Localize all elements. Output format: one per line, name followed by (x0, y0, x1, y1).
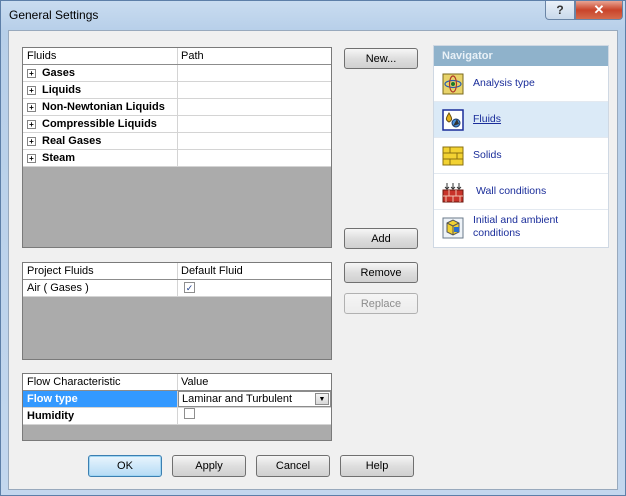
new-button[interactable]: New... (344, 48, 418, 69)
nav-label-initial-conditions: Initial and ambient conditions (473, 214, 559, 239)
header-default-fluid[interactable]: Default Fluid (178, 263, 331, 279)
analysis-type-icon (442, 73, 464, 95)
flow-type-label: Flow type (23, 391, 178, 407)
cancel-button[interactable]: Cancel (256, 455, 330, 477)
title-bar[interactable]: General Settings ? ✕ (1, 1, 625, 29)
fluid-group-row[interactable]: + Gases (23, 65, 331, 82)
nav-label-fluids: Fluids (473, 113, 502, 125)
fluid-group-path (178, 82, 331, 98)
nav-item-solids[interactable]: Solids (434, 138, 608, 174)
fluids-icon (442, 109, 464, 131)
help-button[interactable]: Help (340, 455, 414, 477)
ok-button[interactable]: OK (88, 455, 162, 477)
expand-icon[interactable]: + (27, 85, 36, 95)
flow-type-row[interactable]: Flow type Laminar and Turbulent ▼ (23, 391, 331, 408)
close-icon: ✕ (593, 2, 605, 17)
header-flow-characteristic[interactable]: Flow Characteristic (23, 374, 178, 390)
expand-icon[interactable]: + (27, 153, 36, 163)
fluid-group-row[interactable]: + Compressible Liquids (23, 116, 331, 133)
project-fluids-header: Project Fluids Default Fluid (23, 263, 331, 280)
nav-label-analysis-type: Analysis type (473, 77, 535, 89)
expand-icon[interactable]: + (27, 68, 36, 78)
fluid-group-row[interactable]: + Steam (23, 150, 331, 167)
default-fluid-checkbox[interactable]: ✓ (184, 282, 195, 293)
remove-button[interactable]: Remove (344, 262, 418, 283)
flow-type-select[interactable]: Laminar and Turbulent ▼ (178, 391, 331, 407)
wall-conditions-icon (442, 183, 464, 203)
nav-label-wall-conditions: Wall conditions (476, 185, 547, 197)
fluid-group-label: Steam (42, 152, 76, 164)
close-button[interactable]: ✕ (575, 1, 623, 20)
project-fluids-table: Project Fluids Default Fluid Air ( Gases… (22, 262, 332, 360)
header-project-fluids[interactable]: Project Fluids (23, 263, 178, 279)
flow-type-value: Laminar and Turbulent (182, 393, 293, 405)
fluid-group-row[interactable]: + Liquids (23, 82, 331, 99)
initial-conditions-icon (442, 217, 464, 239)
nav-item-fluids[interactable]: Fluids (434, 102, 608, 138)
header-value[interactable]: Value (178, 374, 331, 390)
fluid-group-path (178, 65, 331, 81)
humidity-checkbox[interactable] (184, 408, 195, 419)
project-fluid-row[interactable]: Air ( Gases ) ✓ (23, 280, 331, 297)
solids-icon (442, 146, 464, 166)
fluid-group-path (178, 99, 331, 115)
apply-button[interactable]: Apply (172, 455, 246, 477)
fluid-group-label: Real Gases (42, 135, 102, 147)
flow-table-header: Flow Characteristic Value (23, 374, 331, 391)
fluid-group-path (178, 116, 331, 132)
general-settings-window: General Settings ? ✕ Fluids Path + Gases … (0, 0, 626, 496)
fluids-table-header: Fluids Path (23, 48, 331, 65)
header-path[interactable]: Path (178, 48, 331, 64)
header-fluids[interactable]: Fluids (23, 48, 178, 64)
help-icon: ? (556, 3, 564, 17)
chevron-down-icon[interactable]: ▼ (315, 393, 329, 405)
humidity-label: Humidity (23, 408, 178, 424)
expand-icon[interactable]: + (27, 136, 36, 146)
fluid-group-label: Non-Newtonian Liquids (42, 101, 165, 113)
fluid-group-label: Compressible Liquids (42, 118, 157, 130)
help-title-button[interactable]: ? (545, 1, 575, 20)
fluids-table: Fluids Path + Gases + Liquids + Non-Newtoni… (22, 47, 332, 248)
humidity-row[interactable]: Humidity (23, 408, 331, 425)
fluid-group-row[interactable]: + Real Gases (23, 133, 331, 150)
nav-label-solids: Solids (473, 149, 502, 161)
expand-icon[interactable]: + (27, 102, 36, 112)
nav-item-initial-conditions[interactable]: Initial and ambient conditions (434, 210, 608, 248)
navigator-title: Navigator (434, 46, 608, 66)
fluid-group-row[interactable]: + Non-Newtonian Liquids (23, 99, 331, 116)
fluid-group-label: Gases (42, 67, 76, 79)
navigator-panel: Navigator Analysis type Fluids Solids Wa… (433, 45, 609, 248)
expand-icon[interactable]: + (27, 119, 36, 129)
add-button[interactable]: Add (344, 228, 418, 249)
fluid-group-path (178, 150, 331, 166)
nav-item-wall-conditions[interactable]: Wall conditions (434, 174, 608, 210)
fluid-group-path (178, 133, 331, 149)
project-fluid-name: Air ( Gases ) (23, 280, 178, 296)
fluid-group-label: Liquids (42, 84, 82, 96)
window-title: General Settings (9, 8, 99, 22)
flow-characteristic-table: Flow Characteristic Value Flow type Lami… (22, 373, 332, 441)
dialog-body: Fluids Path + Gases + Liquids + Non-Newtoni… (8, 30, 618, 490)
replace-button[interactable]: Replace (344, 293, 418, 314)
nav-item-analysis-type[interactable]: Analysis type (434, 66, 608, 102)
